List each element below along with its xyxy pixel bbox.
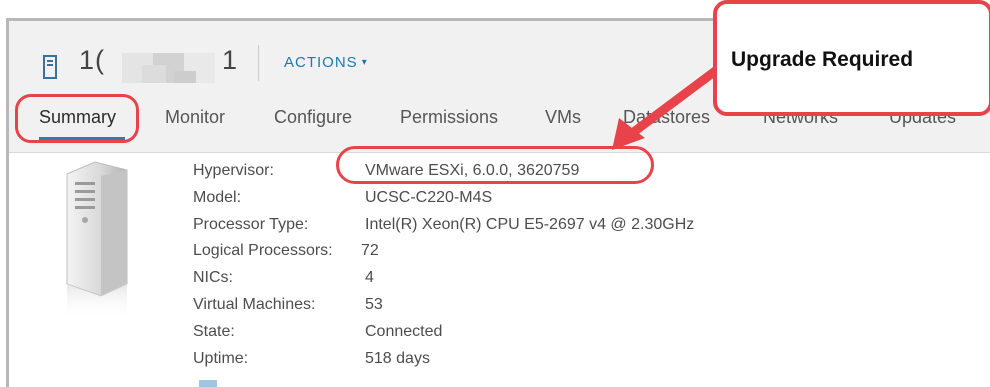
property-value: 518 days xyxy=(365,349,430,367)
summary-tab-highlight xyxy=(15,94,139,143)
chevron-down-icon: ▾ xyxy=(361,57,368,68)
property-value: UCSC-C220-M4S xyxy=(365,188,493,206)
server-tower-icon xyxy=(61,160,141,325)
host-server-icon xyxy=(43,55,57,84)
actions-label: ACTIONS xyxy=(284,54,358,71)
tab-permissions[interactable]: Permissions xyxy=(400,107,498,128)
property-label: Hypervisor: xyxy=(193,162,274,179)
tab-configure[interactable]: Configure xyxy=(274,107,352,128)
actions-menu-button[interactable]: ACTIONS ▾ xyxy=(284,54,368,71)
property-label: Virtual Machines: xyxy=(193,295,316,313)
property-label: Logical Processors: xyxy=(193,242,333,260)
partial-icon xyxy=(199,380,217,387)
tab-datastores[interactable]: Datastores xyxy=(623,107,710,128)
property-label: Processor Type: xyxy=(193,215,309,233)
property-label: Uptime: xyxy=(193,349,249,367)
hypervisor-version-highlight xyxy=(336,146,654,184)
tab-vms[interactable]: VMs xyxy=(545,107,581,128)
host-name-suffix: 1 xyxy=(222,45,238,75)
property-label: State: xyxy=(193,322,235,340)
property-value: 53 xyxy=(365,295,383,313)
callout-text: Upgrade Required xyxy=(731,48,914,71)
property-value: Connected xyxy=(365,322,443,340)
property-label: Model: xyxy=(193,188,242,206)
redacted-host-name xyxy=(122,53,215,83)
property-value: Intel(R) Xeon(R) CPU E5-2697 v4 @ 2.30GH… xyxy=(365,215,695,233)
header-divider xyxy=(258,45,259,81)
tab-monitor[interactable]: Monitor xyxy=(165,107,225,128)
upgrade-required-callout: Upgrade Required xyxy=(713,0,990,116)
property-label: NICs: xyxy=(193,269,233,287)
property-value: 72 xyxy=(361,242,379,260)
property-value: 4 xyxy=(365,269,374,287)
host-name-prefix: 1( xyxy=(79,45,106,75)
